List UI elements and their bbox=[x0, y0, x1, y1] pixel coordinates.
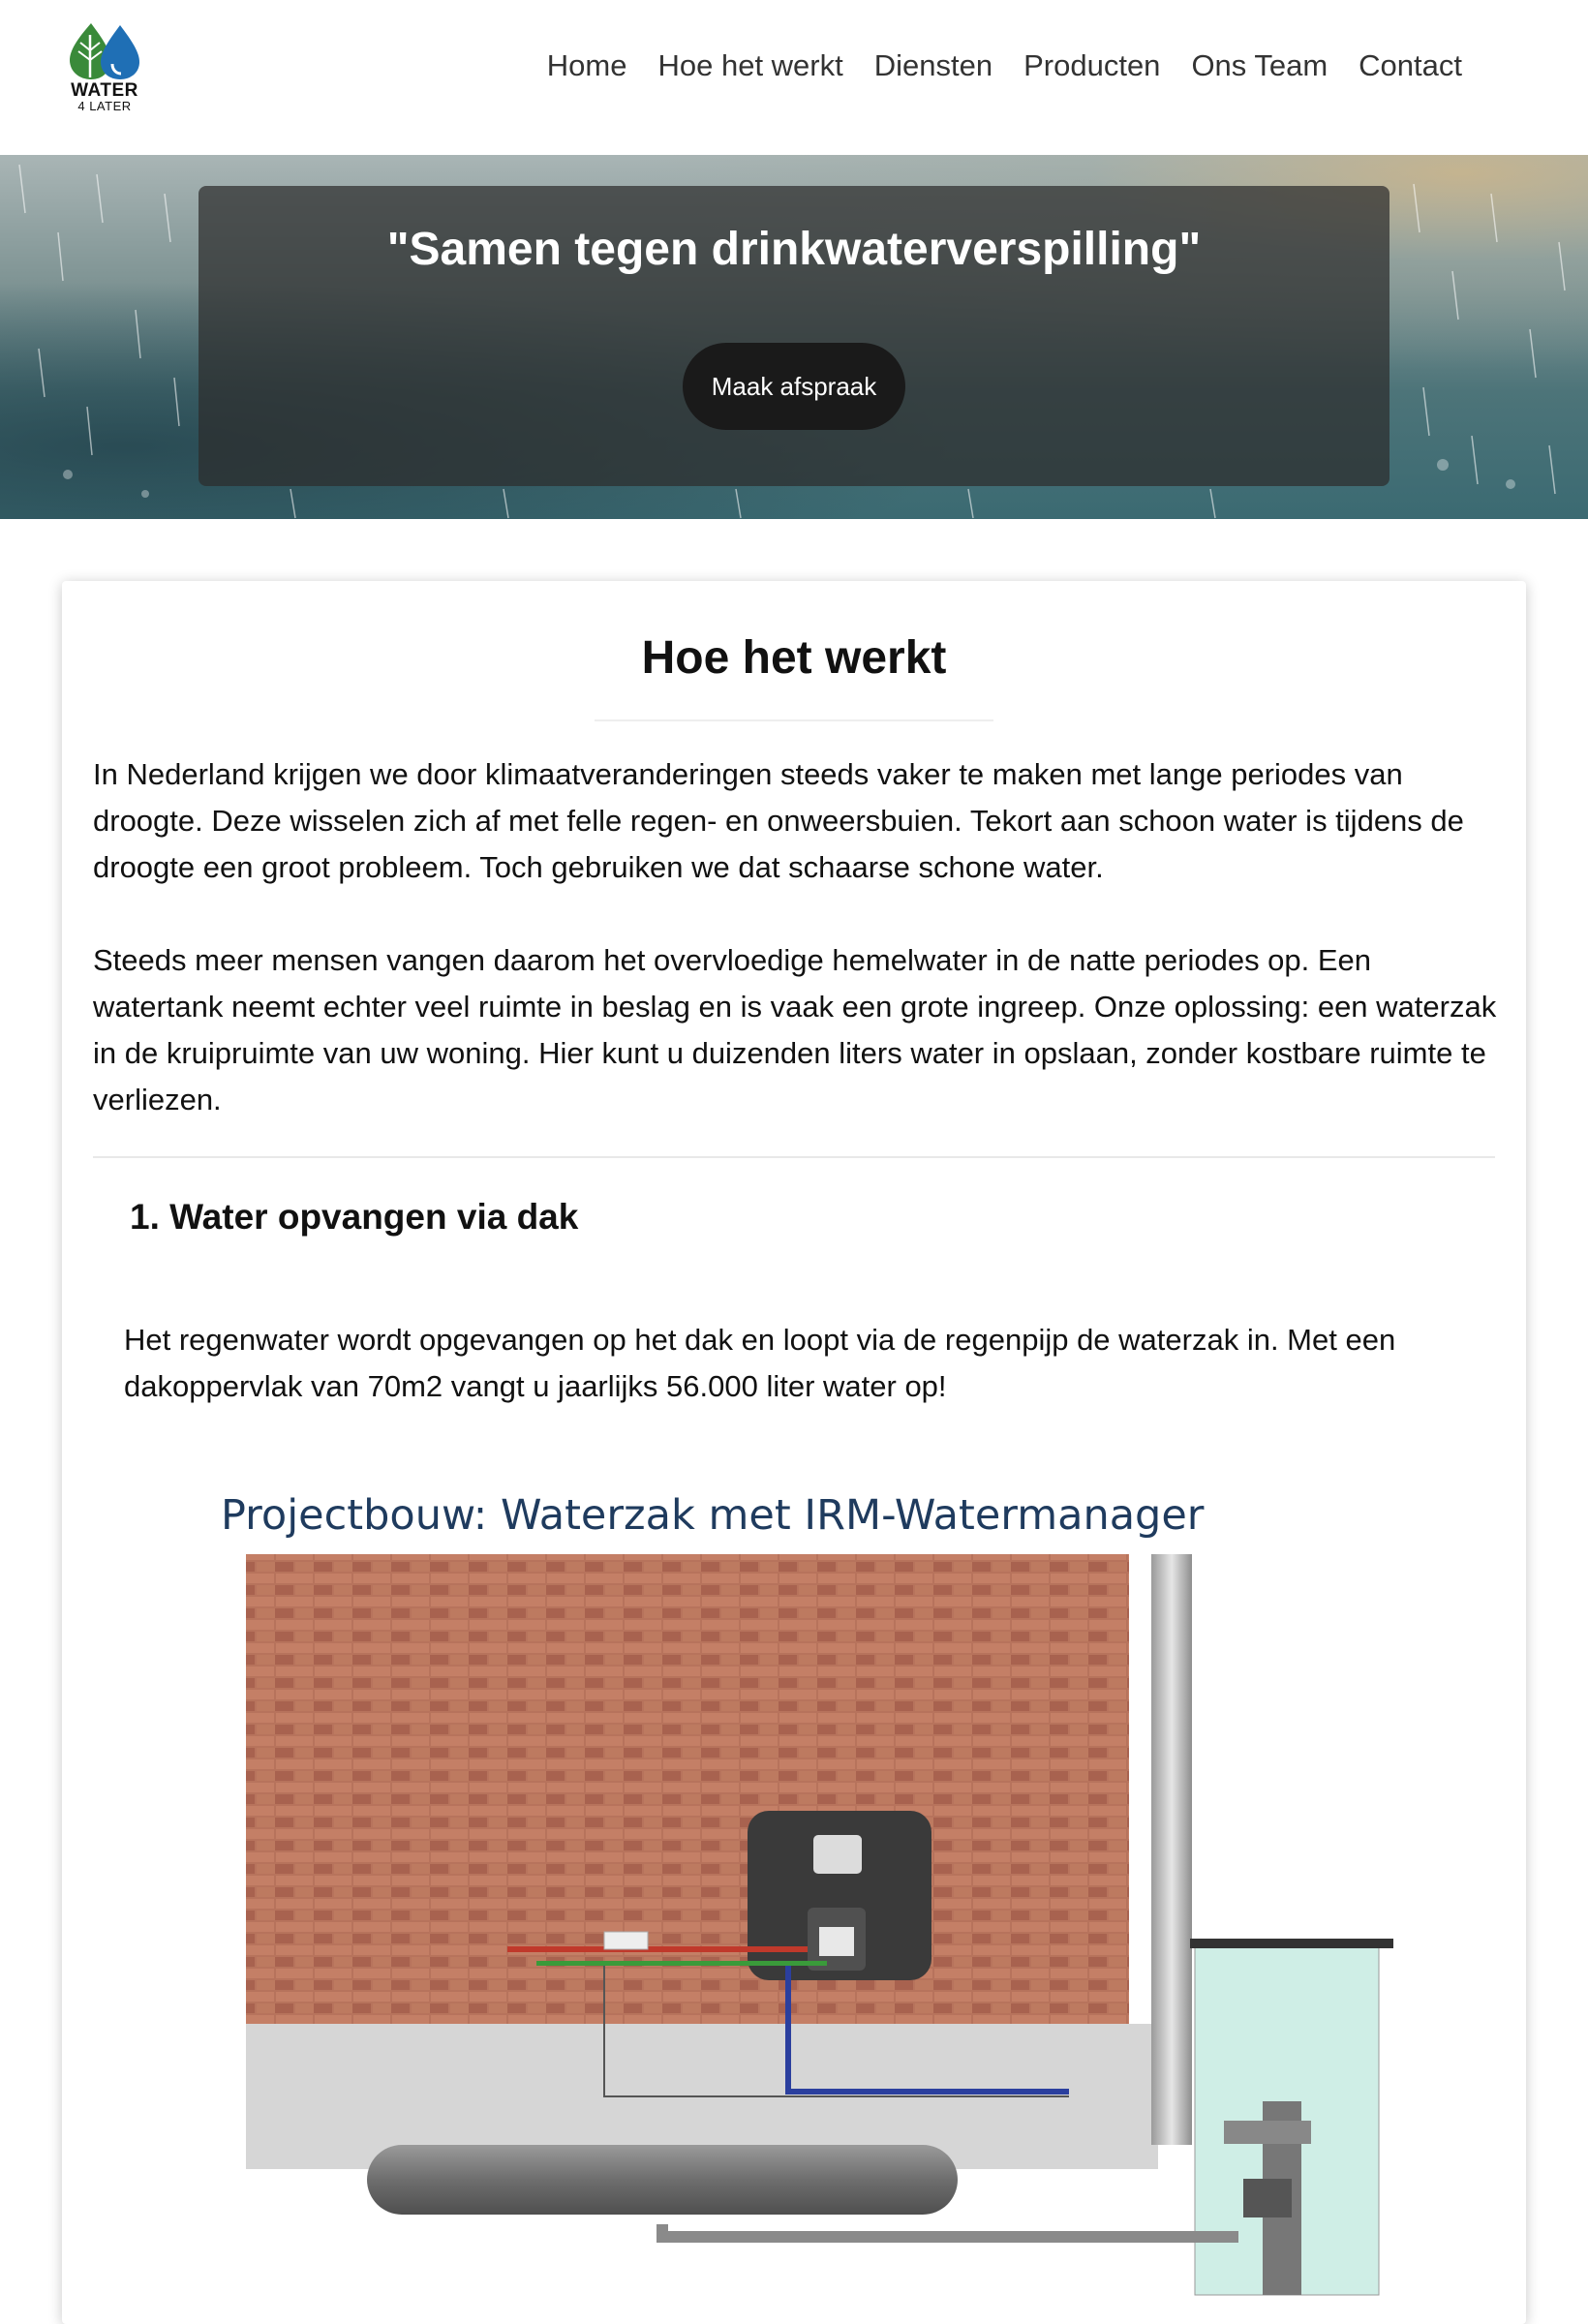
main-nav: Home Hoe het werkt Diensten Producten On… bbox=[547, 48, 1462, 83]
nav-hoe-het-werkt[interactable]: Hoe het werkt bbox=[657, 48, 842, 83]
nav-producten[interactable]: Producten bbox=[1023, 48, 1160, 83]
step-text: Het regenwater wordt opgevangen op het d… bbox=[124, 1323, 1396, 1403]
title-underline bbox=[595, 719, 993, 721]
water-bag bbox=[367, 2145, 958, 2215]
leaf-drop-icon bbox=[70, 23, 139, 79]
intro-paragraph: In Nederland krijgen we door klimaatvera… bbox=[93, 757, 1464, 884]
hero-banner: "Samen tegen drinkwaterverspilling" Maak… bbox=[0, 155, 1588, 519]
logo-tagline: 4 LATER bbox=[77, 99, 132, 113]
nav-contact[interactable]: Contact bbox=[1359, 48, 1462, 83]
step-title: 1. Water opvangen via dak bbox=[130, 1197, 579, 1237]
system-diagram-image bbox=[246, 1554, 1393, 2296]
downpipe bbox=[1151, 1554, 1192, 2145]
nav-home[interactable]: Home bbox=[547, 48, 627, 83]
figure-title: Projectbouw: Waterzak met IRM-Watermanag… bbox=[221, 1491, 1205, 1540]
hero-overlay: "Samen tegen drinkwaterverspilling" Maak… bbox=[198, 186, 1390, 486]
logo[interactable]: WATER 4 LATER bbox=[68, 21, 141, 118]
site-header: WATER 4 LATER Home Hoe het werkt Dienste… bbox=[0, 0, 1588, 155]
section-divider bbox=[93, 1156, 1495, 1158]
hero-quote: "Samen tegen drinkwaterverspilling" bbox=[386, 224, 1202, 275]
section-title: Hoe het werkt bbox=[641, 632, 947, 684]
appointment-button[interactable]: Maak afspraak bbox=[683, 343, 905, 430]
nav-diensten[interactable]: Diensten bbox=[874, 48, 992, 83]
nav-ons-team[interactable]: Ons Team bbox=[1191, 48, 1328, 83]
brick-wall bbox=[246, 1554, 1129, 2024]
content-card: Hoe het werkt In Nederland krijgen we do… bbox=[62, 581, 1526, 2324]
solution-paragraph: Steeds meer mensen vangen daarom het ove… bbox=[93, 943, 1497, 1116]
